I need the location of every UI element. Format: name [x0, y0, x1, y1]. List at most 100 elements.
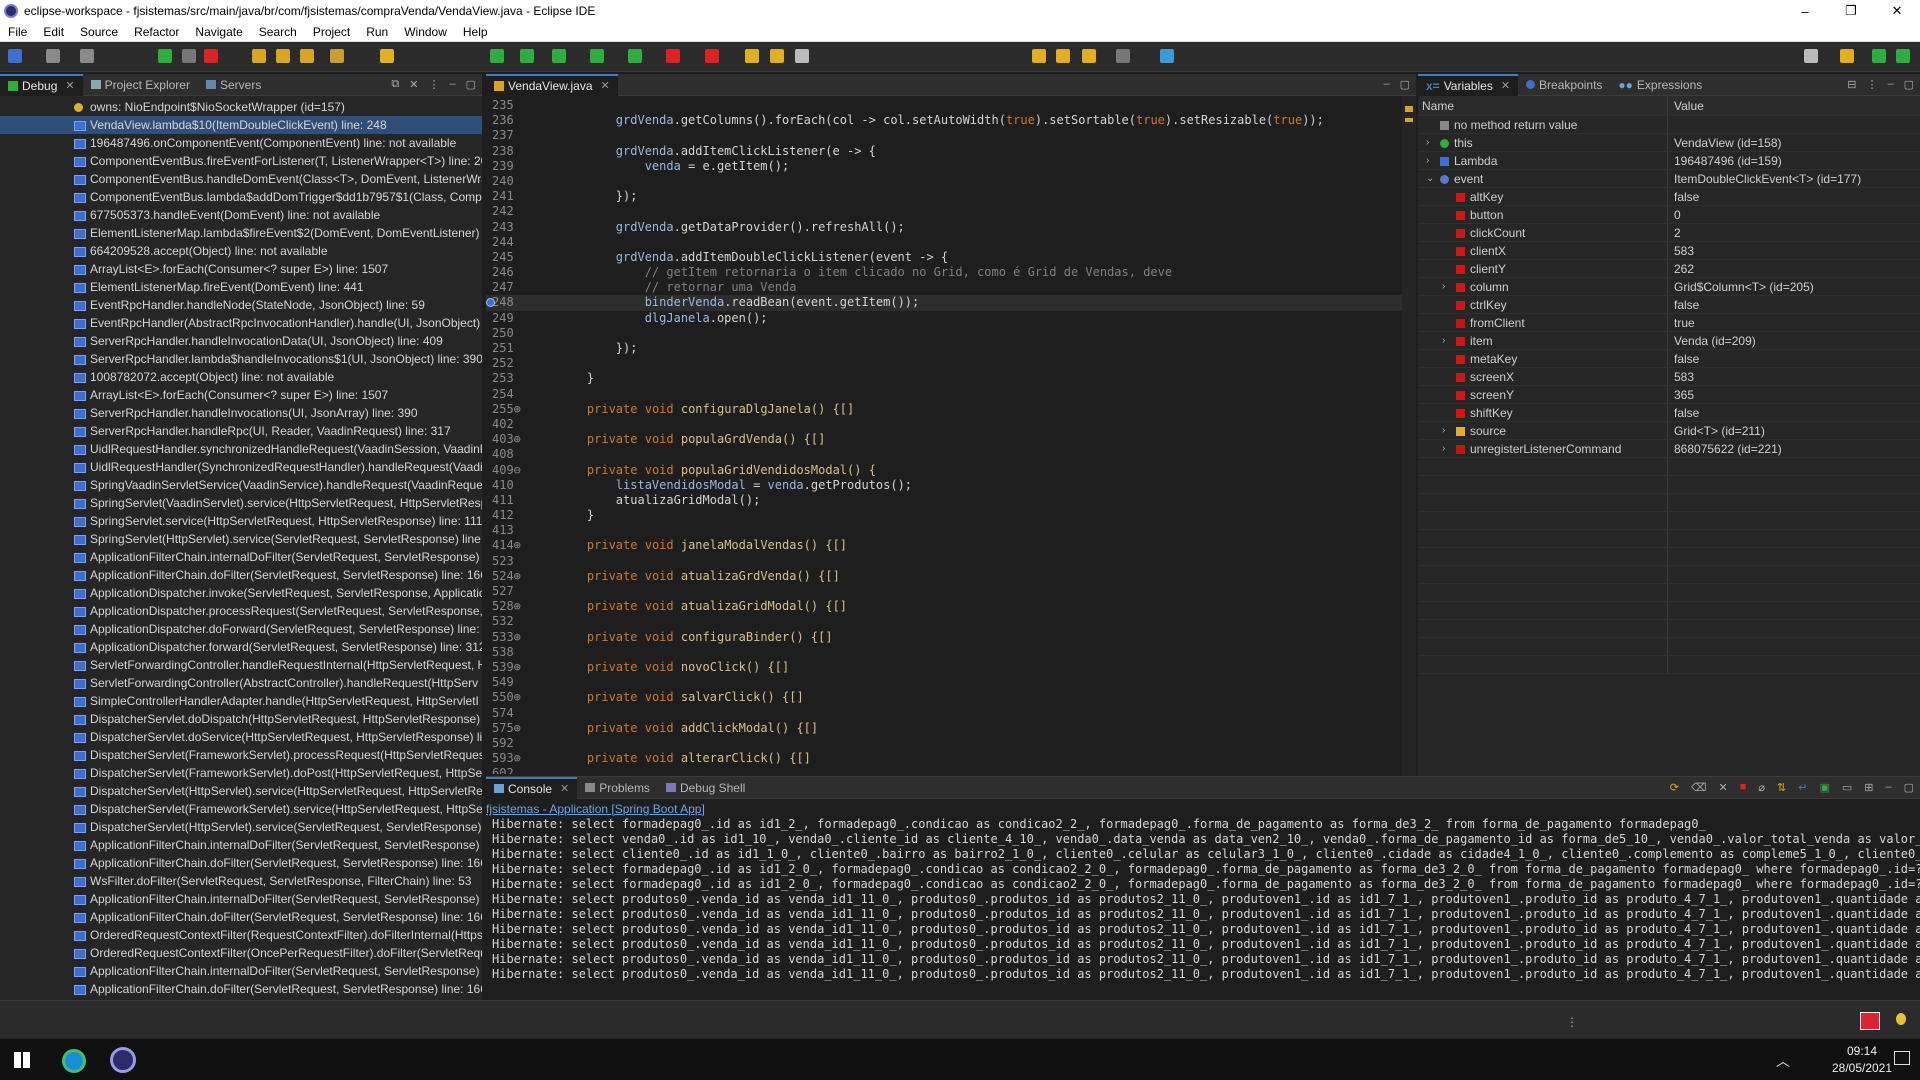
- step-into-icon[interactable]: [252, 49, 266, 63]
- code-line[interactable]: 402: [486, 417, 1416, 432]
- view-menu-icon[interactable]: ⋮: [1866, 78, 1877, 91]
- code-line[interactable]: 244: [486, 235, 1416, 250]
- word-wrap-icon[interactable]: ↵: [1798, 781, 1807, 794]
- maximize-view-icon[interactable]: ▢: [466, 78, 476, 91]
- variable-row[interactable]: fromClient true: [1418, 314, 1920, 332]
- collapsed-chevron-icon[interactable]: ›: [1442, 332, 1445, 349]
- code-line[interactable]: 243 grdVenda.getDataProvider().refreshAl…: [486, 220, 1416, 235]
- variable-row[interactable]: › source Grid<T> (id=211): [1418, 422, 1920, 440]
- variable-row[interactable]: › item Venda (id=209): [1418, 332, 1920, 350]
- open-resource-icon[interactable]: [770, 49, 784, 63]
- open-console-icon[interactable]: ⊞: [1864, 781, 1873, 794]
- menu-window[interactable]: Window: [396, 25, 455, 39]
- monitor-owner-item[interactable]: owns: NioEndpoint$NioSocketWrapper (id=1…: [0, 98, 482, 116]
- next-edit-icon[interactable]: [1056, 49, 1070, 63]
- stack-frame[interactable]: VendaView.lambda$10(ItemDoubleClickEvent…: [0, 116, 482, 134]
- save-icon[interactable]: [46, 49, 60, 63]
- stack-frame[interactable]: ElementListenerMap.lambda$fireEvent$2(Do…: [0, 224, 482, 242]
- stack-frame[interactable]: SpringServlet.service(HttpServletRequest…: [0, 512, 482, 530]
- column-name-header[interactable]: Name: [1418, 96, 1668, 115]
- remove-terminated-icon[interactable]: ✕: [409, 78, 418, 91]
- maximize-view-icon[interactable]: ▢: [1904, 781, 1914, 794]
- collapsed-chevron-icon[interactable]: ›: [1442, 278, 1445, 295]
- view-menu-icon[interactable]: ⋮: [428, 78, 439, 91]
- code-line[interactable]: 246 // getItem retornaria o item clicado…: [486, 265, 1416, 280]
- code-line[interactable]: 245 grdVenda.addItemDoubleClickListener(…: [486, 250, 1416, 265]
- clock-date[interactable]: 28/05/2021: [1826, 1061, 1898, 1075]
- minimize-view-icon[interactable]: –: [1887, 78, 1893, 91]
- eclipse-taskbar-icon[interactable]: [110, 1047, 136, 1073]
- git-perspective-icon[interactable]: [1872, 49, 1886, 63]
- tab-expressions[interactable]: ●● Expressions: [1610, 74, 1710, 96]
- variable-row[interactable]: clientY 262: [1418, 260, 1920, 278]
- code-line[interactable]: 236 grdVenda.getColumns().forEach(col ->…: [486, 113, 1416, 128]
- variable-row[interactable]: clientX 583: [1418, 242, 1920, 260]
- stack-frame[interactable]: ServletForwardingController.handleReques…: [0, 656, 482, 674]
- code-line[interactable]: 592: [486, 736, 1416, 751]
- minimize-view-icon[interactable]: –: [1885, 781, 1891, 794]
- code-line[interactable]: 410 listaVendidosModal = venda.getProdut…: [486, 478, 1416, 493]
- code-line[interactable]: 242: [486, 204, 1416, 219]
- code-line[interactable]: 412 }: [486, 508, 1416, 523]
- stack-frame[interactable]: ApplicationDispatcher.forward(ServletReq…: [0, 638, 482, 656]
- code-line[interactable]: 539⊕ private void novoClick() {[]: [486, 660, 1416, 675]
- status-menu-icon[interactable]: ⋮: [1566, 1015, 1578, 1029]
- code-line[interactable]: 403⊕ private void populaGrdVenda() {[]: [486, 432, 1416, 447]
- code-line[interactable]: 240: [486, 174, 1416, 189]
- variable-row[interactable]: › Lambda 196487496 (id=159): [1418, 152, 1920, 170]
- back-icon[interactable]: [1082, 49, 1096, 63]
- close-tab-icon[interactable]: ✕: [601, 79, 610, 92]
- stack-frame[interactable]: ApplicationFilterChain.internalDoFilter(…: [0, 548, 482, 566]
- menu-source[interactable]: Source: [72, 25, 126, 39]
- stack-frame[interactable]: ApplicationFilterChain.doFilter(ServletR…: [0, 908, 482, 926]
- display-console-icon[interactable]: ▭: [1842, 781, 1852, 794]
- stack-frame[interactable]: ComponentEventBus.handleDomEvent(Class<T…: [0, 170, 482, 188]
- terminate-icon[interactable]: [204, 49, 218, 63]
- code-line[interactable]: 247 // retornar uma Venda: [486, 280, 1416, 295]
- stack-frame[interactable]: DispatcherServlet.doDispatch(HttpServlet…: [0, 710, 482, 728]
- code-line[interactable]: 248 binderVenda.readBean(event.getItem()…: [486, 295, 1416, 311]
- stack-frame[interactable]: DispatcherServlet(FrameworkServlet).serv…: [0, 800, 482, 818]
- code-line[interactable]: 238 grdVenda.addItemClickListener(e -> {: [486, 144, 1416, 159]
- stack-frame[interactable]: OrderedRequestContextFilter(OncePerReque…: [0, 944, 482, 962]
- collapsed-chevron-icon[interactable]: ›: [1442, 422, 1445, 439]
- stack-frame[interactable]: SpringVaadinServletService(VaadinService…: [0, 476, 482, 494]
- variable-row[interactable]: screenX 583: [1418, 368, 1920, 386]
- menu-help[interactable]: Help: [455, 25, 496, 39]
- stack-frame[interactable]: ElementListenerMap.fireEvent(DomEvent) l…: [0, 278, 482, 296]
- windows-start-icon[interactable]: [14, 1052, 30, 1068]
- variable-row[interactable]: altKey false: [1418, 188, 1920, 206]
- maximize-editor-icon[interactable]: ▢: [1400, 78, 1410, 91]
- run-icon[interactable]: [552, 49, 566, 63]
- show-hidden-icons-icon[interactable]: ︿: [1776, 1051, 1790, 1071]
- build-icon[interactable]: [705, 49, 719, 63]
- tab-problems[interactable]: Problems: [577, 777, 658, 799]
- stop-icon[interactable]: [666, 49, 680, 63]
- stack-frame[interactable]: DispatcherServlet(FrameworkServlet).proc…: [0, 746, 482, 764]
- code-line[interactable]: 408: [486, 447, 1416, 462]
- stack-frame[interactable]: 196487496.onComponentEvent(ComponentEven…: [0, 134, 482, 152]
- tab-vendaview-java[interactable]: VendaView.java ✕: [486, 73, 618, 96]
- new-icon[interactable]: [8, 49, 22, 63]
- column-value-header[interactable]: Value: [1668, 96, 1920, 115]
- stack-frame[interactable]: EventRpcHandler(AbstractRpcInvocationHan…: [0, 314, 482, 332]
- stack-frame[interactable]: EventRpcHandler.handleNode(StateNode, Js…: [0, 296, 482, 314]
- minimize-view-icon[interactable]: –: [449, 78, 455, 91]
- code-line[interactable]: 249 dlgJanela.open();: [486, 311, 1416, 326]
- stack-frame[interactable]: ApplicationFilterChain.internalDoFilter(…: [0, 836, 482, 854]
- stack-frame[interactable]: DispatcherServlet(FrameworkServlet).doPo…: [0, 764, 482, 782]
- code-line[interactable]: 252: [486, 356, 1416, 371]
- quick-access-search-icon[interactable]: [1804, 49, 1818, 63]
- menu-refactor[interactable]: Refactor: [126, 25, 187, 39]
- reload-icon[interactable]: ⟳: [1670, 781, 1679, 794]
- code-editor[interactable]: 235 236 grdVenda.getColumns().forEach(col…: [486, 96, 1416, 774]
- previous-edit-icon[interactable]: [1032, 49, 1046, 63]
- external-tools-icon[interactable]: [628, 49, 642, 63]
- stack-frame[interactable]: ApplicationDispatcher.doForward(ServletR…: [0, 620, 482, 638]
- collapsed-chevron-icon[interactable]: ›: [1426, 134, 1429, 151]
- stack-frame[interactable]: ServerRpcHandler.handleRpc(UI, Reader, V…: [0, 422, 482, 440]
- stack-frame[interactable]: ApplicationDispatcher.processRequest(Ser…: [0, 602, 482, 620]
- tab-debug[interactable]: Debug ✕: [0, 73, 83, 96]
- clear-console-icon[interactable]: ⌀: [1758, 781, 1765, 794]
- code-line[interactable]: 533⊕ private void configuraBinder() {[]: [486, 630, 1416, 645]
